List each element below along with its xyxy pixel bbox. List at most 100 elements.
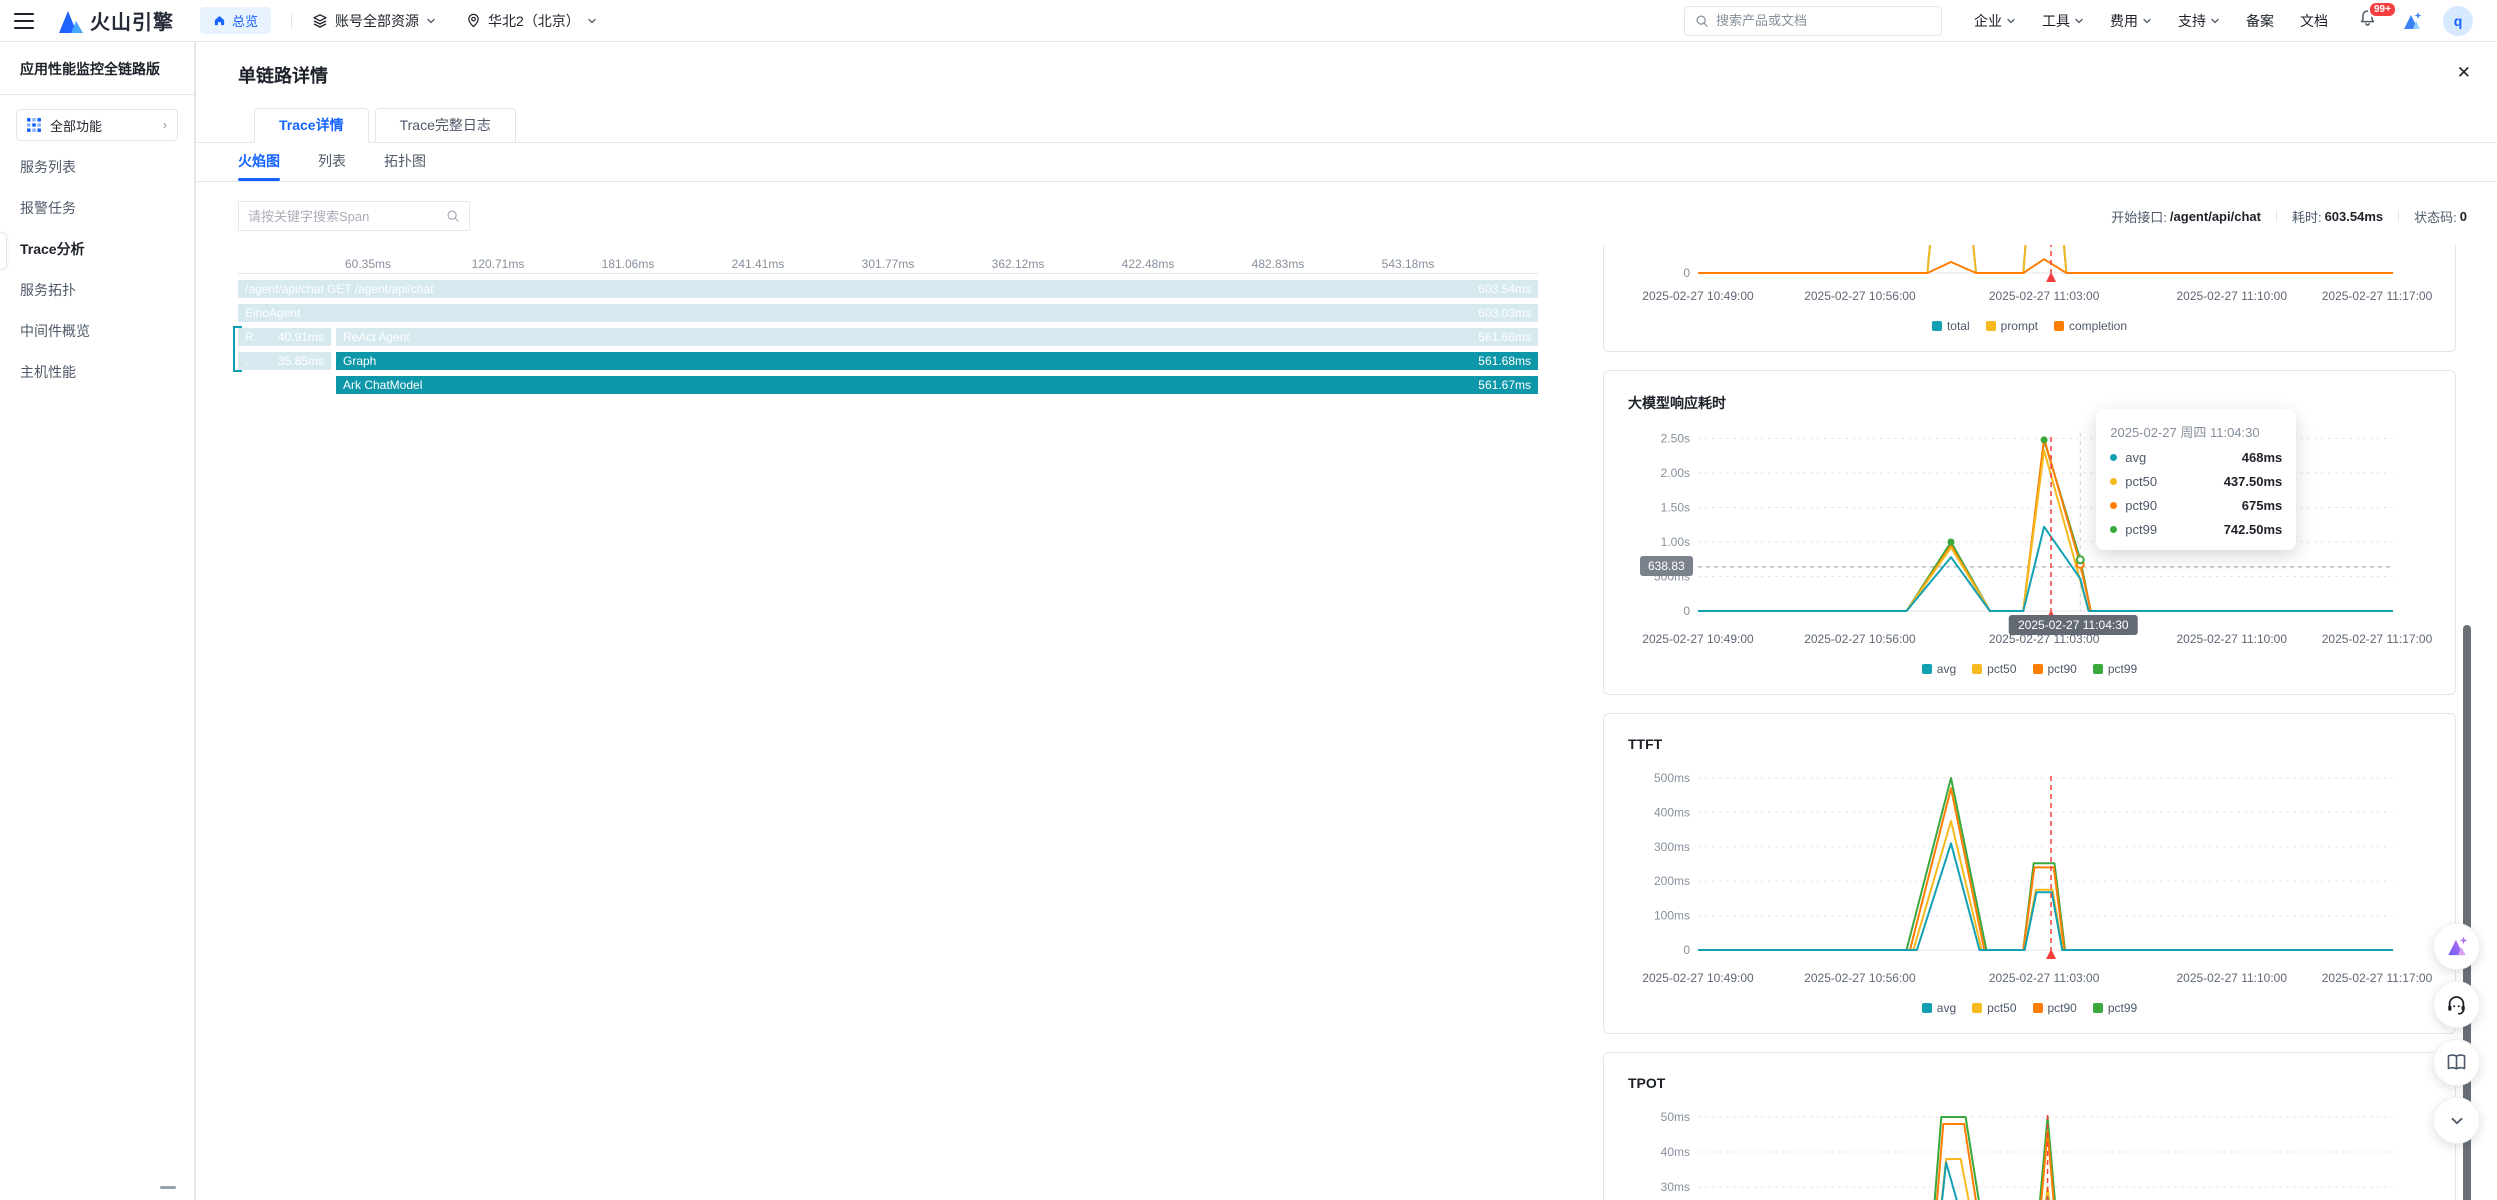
flame-row: . 35.85ms Graph561.68ms [238,352,1538,370]
span-bar[interactable]: ReAct Agent561.66ms [336,328,1538,346]
headset-icon [2445,993,2468,1016]
user-avatar[interactable]: q [2443,6,2473,36]
legend-swatch-icon [1972,664,1982,674]
navbar-left: 火山引擎 总览 账号全部资源 [14,6,597,35]
hamburger-menu-icon[interactable] [14,13,34,29]
legend-label: pct90 [2048,1001,2077,1015]
span-search[interactable] [238,201,470,231]
support-fab[interactable] [2433,981,2480,1028]
chevron-down-icon [2449,1113,2465,1129]
sidebar-resize-indicator[interactable] [160,1186,176,1189]
nav-menu-item[interactable]: 工具 [2042,11,2084,31]
span-bar[interactable]: /agent/api/chat GET /agent/api/chat603.5… [238,280,1538,298]
subtab-拓扑图[interactable]: 拓扑图 [384,143,426,181]
span-duration: 35.85ms [278,354,324,368]
notifications-button[interactable]: 99+ [2358,9,2377,33]
legend-item-pct90[interactable]: pct90 [2033,660,2077,678]
sidebar-title: 应用性能监控全链路版 [0,42,194,95]
sidebar-item-中间件概览[interactable]: 中间件概览 [0,311,194,352]
sidebar-item-Trace分析[interactable]: Trace分析 [0,229,194,270]
chart-legend: total prompt completion [1604,317,2455,335]
series-dot-icon [2110,526,2117,533]
legend-item-pct99[interactable]: pct99 [2093,999,2137,1017]
chart-title: TTFT [1604,736,2455,752]
legend-item-pct90[interactable]: pct90 [2033,999,2077,1017]
nav-menu-item[interactable]: 文档 [2300,11,2328,31]
legend-label: avg [1937,662,1956,676]
legend-item-completion[interactable]: completion [2054,317,2127,335]
subtab-火焰图[interactable]: 火焰图 [238,143,280,181]
flame-axis-tick: 362.12ms [992,257,1045,271]
span-label: . [245,354,248,368]
ai-assistant-fab[interactable] [2433,923,2480,970]
resource-switch[interactable]: 账号全部资源 [312,11,436,31]
meta-label: 耗时: [2292,207,2322,226]
subtab-列表[interactable]: 列表 [318,143,346,181]
tooltip-series-name: pct50 [2125,474,2157,489]
meta-label: 状态码: [2414,207,2457,226]
x-axis-tick: 2025-02-27 10:49:00 [1642,632,1753,646]
series-dot-icon [2110,454,2117,461]
sidebar-item-服务拓扑[interactable]: 服务拓扑 [0,270,194,311]
span-bar[interactable]: Graph561.68ms [336,352,1538,370]
all-functions-button[interactable]: 全部功能 › [16,109,178,141]
sidebar-item-服务列表[interactable]: 服务列表 [0,147,194,188]
nav-menu-item[interactable]: 企业 [1974,11,2016,31]
flame-axis-tick: 120.71ms [472,257,525,271]
x-axis-tick: 2025-02-27 10:56:00 [1804,971,1915,985]
tab-Trace详情[interactable]: Trace详情 [254,108,369,143]
span-search-input[interactable] [248,209,446,224]
tooltip-row: pct90675ms [2110,498,2282,513]
tooltip-row: avg468ms [2110,450,2282,465]
legend-swatch-icon [1922,1003,1932,1013]
overview-button[interactable]: 总览 [200,7,271,34]
nav-menu-item[interactable]: 备案 [2246,11,2274,31]
tooltip-series-name: pct99 [2125,522,2157,537]
nav-menu-item[interactable]: 费用 [2110,11,2152,31]
legend-item-prompt[interactable]: prompt [1986,317,2038,335]
span-label: ReAct Agent [343,330,410,344]
flame-axis-tick: 543.18ms [1382,257,1435,271]
legend-item-pct99[interactable]: pct99 [2093,660,2137,678]
span-mini[interactable]: . 35.85ms [238,352,331,370]
span-bar[interactable]: Ark ChatModel561.67ms [336,376,1538,394]
region-switch[interactable]: 华北2（北京） [466,11,597,31]
flame-row: EinoAgent603.03ms [238,304,1538,322]
span-label: R. [245,330,257,344]
span-bar[interactable]: EinoAgent603.03ms [238,304,1538,322]
chart-plot: 0 [1628,245,2431,283]
nav-menu-label: 文档 [2300,11,2328,31]
x-axis-tick: 2025-02-27 10:49:00 [1642,971,1753,985]
ai-assistant-nav-button[interactable] [2401,10,2423,32]
ai-volcano-icon [2445,935,2469,959]
chart-title: TPOT [1604,1075,2455,1091]
volcengine-logo[interactable]: 火山引擎 [56,6,174,35]
sidebar-item-报警任务[interactable]: 报警任务 [0,188,194,229]
collapse-fab[interactable] [2433,1097,2480,1144]
span-duration: 603.54ms [1478,282,1531,296]
search-icon [446,209,460,223]
legend-item-pct50[interactable]: pct50 [1972,999,2016,1017]
legend-item-total[interactable]: total [1932,317,1970,335]
global-search-input[interactable] [1716,13,1931,28]
tooltip-row: pct50437.50ms [2110,474,2282,489]
docs-fab[interactable] [2433,1039,2480,1086]
legend-item-pct50[interactable]: pct50 [1972,660,2016,678]
chart-legend: avg pct50 pct90 pct99 [1604,660,2455,678]
series-dot-icon [2110,502,2117,509]
chart-svg: 0500ms1.00s1.50s2.00s2.50s [1628,421,2433,626]
legend-item-avg[interactable]: avg [1922,660,1956,678]
x-axis-tick: 2025-02-27 11:03:00 [1989,971,2100,985]
close-icon[interactable]: ✕ [2457,64,2471,81]
nav-menu-item[interactable]: 支持 [2178,11,2220,31]
sidebar-collapse-handle[interactable] [0,232,7,270]
chevron-down-icon [2142,16,2152,26]
svg-text:200ms: 200ms [1654,874,1690,888]
span-mini[interactable]: R. 40.91ms [238,328,331,346]
global-search[interactable] [1684,6,1942,36]
sidebar-item-主机性能[interactable]: 主机性能 [0,352,194,393]
span-duration: 40.91ms [278,330,324,344]
legend-swatch-icon [1972,1003,1982,1013]
tab-Trace完整日志[interactable]: Trace完整日志 [375,108,516,143]
legend-item-avg[interactable]: avg [1922,999,1956,1017]
